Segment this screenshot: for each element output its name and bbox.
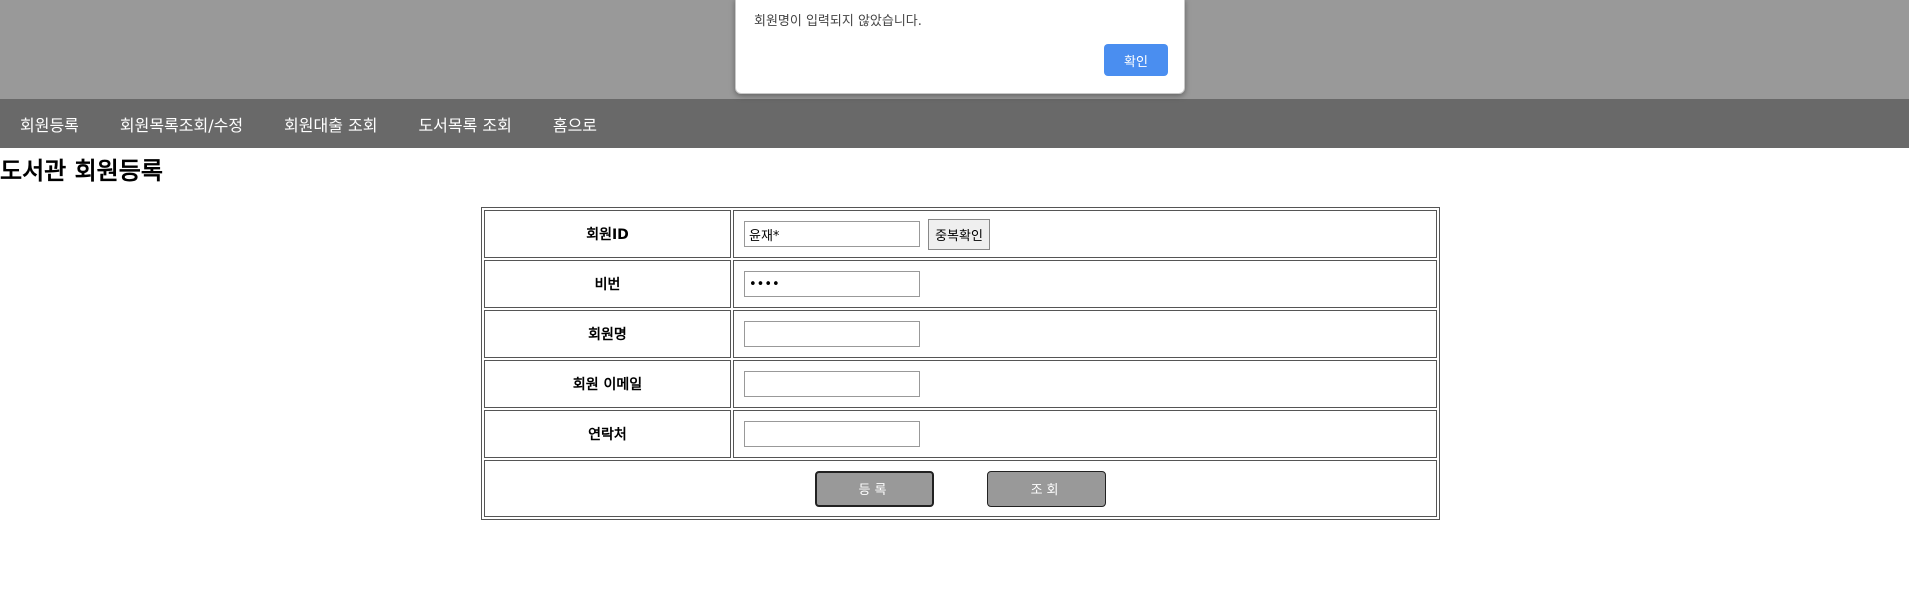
nav-item-register[interactable]: 회원등록 — [20, 112, 79, 136]
register-button[interactable]: 등록 — [814, 470, 934, 507]
form-row-phone: 연락처 — [484, 410, 1437, 458]
nav-item-member-loans[interactable]: 회원대출 조회 — [284, 112, 377, 136]
alert-message: 회원명이 입력되지 않았습니다. — [754, 14, 922, 29]
alert-ok-button[interactable]: 확인 — [1104, 44, 1168, 76]
member-name-input[interactable] — [744, 321, 920, 347]
phone-cell — [733, 410, 1437, 458]
name-cell — [733, 310, 1437, 358]
phone-label: 연락처 — [484, 410, 731, 458]
id-cell: 중복확인 — [733, 210, 1437, 258]
email-input[interactable] — [744, 371, 920, 397]
form-row-buttons: 등록 조회 — [484, 460, 1437, 517]
page-title: 도서관 회원등록 — [0, 157, 163, 185]
nav-item-member-list[interactable]: 회원목록조회/수정 — [120, 112, 243, 136]
alert-dialog: 회원명이 입력되지 않았습니다. 확인 — [735, 0, 1185, 94]
duplicate-check-button[interactable]: 중복확인 — [928, 218, 990, 250]
phone-input[interactable] — [744, 421, 920, 447]
form-row-email: 회원 이메일 — [484, 360, 1437, 408]
member-id-input[interactable] — [744, 221, 920, 247]
password-cell — [733, 260, 1437, 308]
main-nav: 회원등록 회원목록조회/수정 회원대출 조회 도서목록 조회 홈으로 — [0, 99, 1909, 148]
email-label: 회원 이메일 — [484, 360, 731, 408]
form-row-name: 회원명 — [484, 310, 1437, 358]
form-row-id: 회원ID 중복확인 — [484, 210, 1437, 258]
email-cell — [733, 360, 1437, 408]
button-cell: 등록 조회 — [484, 460, 1437, 517]
member-form: 회원ID 중복확인 비번 회원명 회원 이메일 연락처 등록 조회 — [481, 207, 1440, 520]
id-label: 회원ID — [484, 210, 731, 258]
nav-item-home[interactable]: 홈으로 — [553, 112, 597, 136]
lookup-button[interactable]: 조회 — [987, 470, 1107, 507]
password-input[interactable] — [744, 271, 920, 297]
name-label: 회원명 — [484, 310, 731, 358]
password-label: 비번 — [484, 260, 731, 308]
nav-item-book-list[interactable]: 도서목록 조회 — [418, 112, 511, 136]
form-row-password: 비번 — [484, 260, 1437, 308]
